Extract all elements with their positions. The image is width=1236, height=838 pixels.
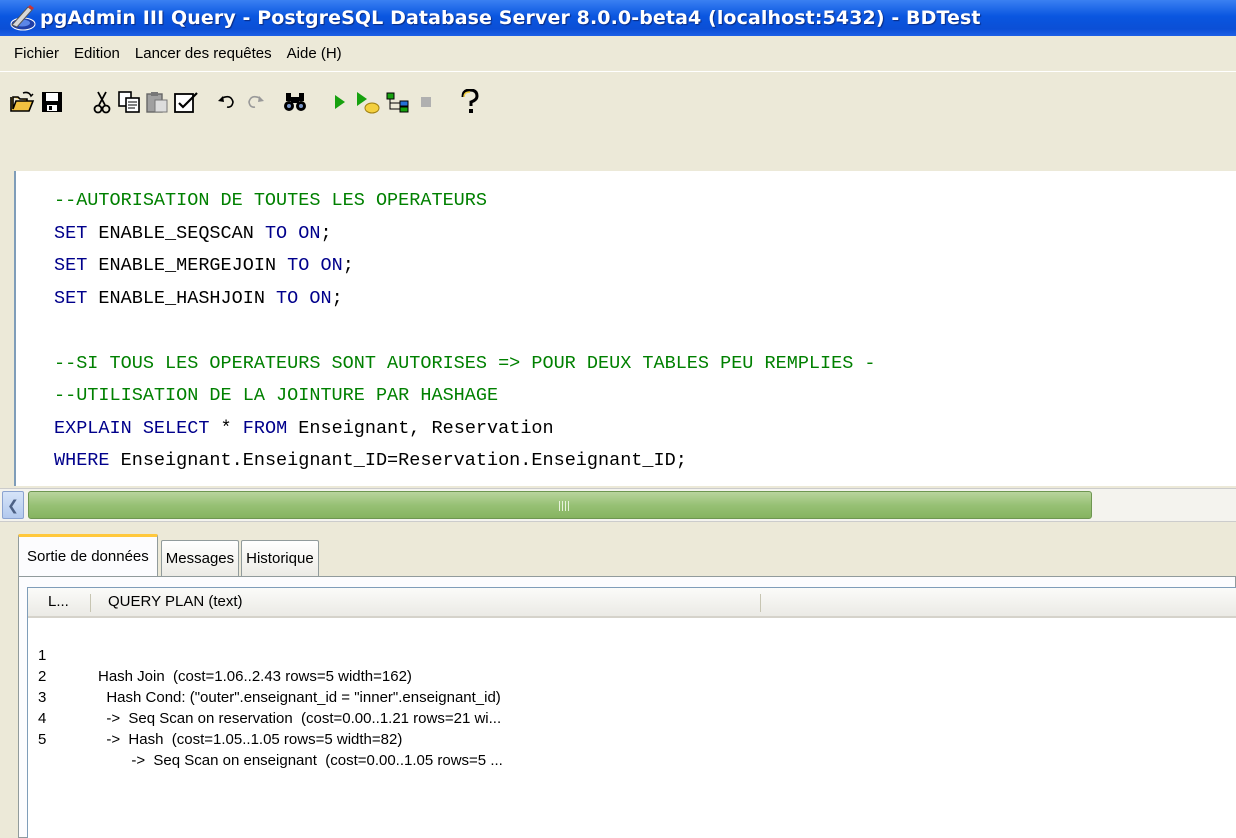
menu-edition[interactable]: Edition	[74, 45, 120, 62]
tab-historique[interactable]: Historique	[241, 540, 319, 576]
data-output-panel: L... QUERY PLAN (text) 1 Hash Join (cost…	[18, 576, 1236, 838]
explain-icon[interactable]	[384, 87, 412, 117]
sql-editor-area: --AUTORISATION DE TOUTES LES OPERATEURS …	[0, 169, 1236, 488]
code-line-9: WHERE Enseignant.Enseignant_ID=Reservati…	[54, 450, 687, 471]
editor-horizontal-scrollbar[interactable]: ❮	[0, 488, 1236, 522]
sql-editor[interactable]: --AUTORISATION DE TOUTES LES OPERATEURS …	[14, 171, 1236, 486]
column-divider[interactable]	[760, 594, 761, 612]
code-line-3: SET ENABLE_MERGEJOIN TO ON;	[54, 255, 354, 276]
code-line-6: --SI TOUS LES OPERATEURS SONT AUTORISES …	[54, 352, 876, 374]
tab-messages[interactable]: Messages	[160, 540, 240, 576]
output-tabs: Sortie de données Messages Historique	[18, 534, 321, 576]
edit-icon[interactable]	[172, 87, 200, 117]
column-header-line[interactable]: L...	[48, 588, 69, 616]
table-row[interactable]: 4 -> Hash (cost=1.05..1.05 rows=5 width=…	[28, 687, 1236, 748]
column-divider[interactable]	[90, 594, 91, 612]
save-icon[interactable]	[38, 87, 66, 117]
execute-icon[interactable]	[326, 87, 354, 117]
copy-icon[interactable]	[115, 87, 143, 117]
code-line-2: SET ENABLE_SEQSCAN TO ON;	[54, 222, 332, 244]
menu-lancer-des-requetes[interactable]: Lancer des requêtes	[135, 45, 272, 62]
code-line-8: EXPLAIN SELECT * FROM Enseignant, Reserv…	[54, 417, 554, 439]
code-line-4: SET ENABLE_HASHJOIN TO ON;	[54, 287, 343, 309]
help-icon[interactable]	[456, 87, 484, 117]
paste-icon[interactable]	[143, 87, 171, 117]
title-bar[interactable]: pgAdmin III Query - PostgreSQL Database …	[0, 0, 1236, 36]
menu-bar: Fichier Edition Lancer des requêtes Aide…	[0, 36, 1236, 72]
stop-icon[interactable]	[412, 87, 440, 117]
scroll-left-arrow-icon[interactable]: ❮	[2, 491, 24, 519]
list-header: L... QUERY PLAN (text)	[28, 588, 1236, 618]
menu-fichier[interactable]: Fichier	[14, 45, 59, 62]
scrollbar-thumb[interactable]	[28, 491, 1092, 519]
execute-to-file-icon[interactable]	[354, 87, 382, 117]
table-row[interactable]: 3 -> Seq Scan on reservation (cost=0.00.…	[28, 666, 1236, 727]
window-title: pgAdmin III Query - PostgreSQL Database …	[40, 7, 981, 29]
cut-icon[interactable]	[88, 87, 116, 117]
output-pane: Sortie de données Messages Historique L.…	[0, 522, 1236, 838]
open-icon[interactable]	[8, 87, 36, 117]
table-row[interactable]: 5 -> Seq Scan on enseignant (cost=0.00..…	[28, 708, 1236, 769]
menu-aide[interactable]: Aide (H)	[287, 45, 342, 62]
tab-sortie-de-donnees[interactable]: Sortie de données	[18, 534, 158, 576]
scrollbar-grip	[559, 501, 571, 511]
find-icon[interactable]	[281, 87, 309, 117]
query-plan-cell: -> Hash (cost=1.05..1.05 rows=5 width=82…	[98, 731, 403, 748]
query-plan-list[interactable]: L... QUERY PLAN (text) 1 Hash Join (cost…	[27, 587, 1236, 838]
code-line-7: --UTILISATION DE LA JOINTURE PAR HASHAGE	[54, 385, 499, 406]
column-header-query-plan[interactable]: QUERY PLAN (text)	[108, 588, 243, 616]
undo-icon[interactable]	[214, 87, 242, 117]
query-plan-cell: -> Seq Scan on enseignant (cost=0.00..1.…	[98, 752, 503, 769]
redo-icon[interactable]	[240, 87, 268, 117]
pgadmin-app-icon	[8, 5, 36, 31]
row-number: 5	[38, 731, 47, 748]
table-row[interactable]: 1 Hash Join (cost=1.06..2.43 rows=5 widt…	[28, 624, 1236, 685]
code-line-1: --AUTORISATION DE TOUTES LES OPERATEURS	[54, 190, 487, 211]
table-row[interactable]: 2 Hash Cond: ("outer".enseignant_id = "i…	[28, 645, 1236, 706]
toolbar	[0, 73, 1236, 169]
